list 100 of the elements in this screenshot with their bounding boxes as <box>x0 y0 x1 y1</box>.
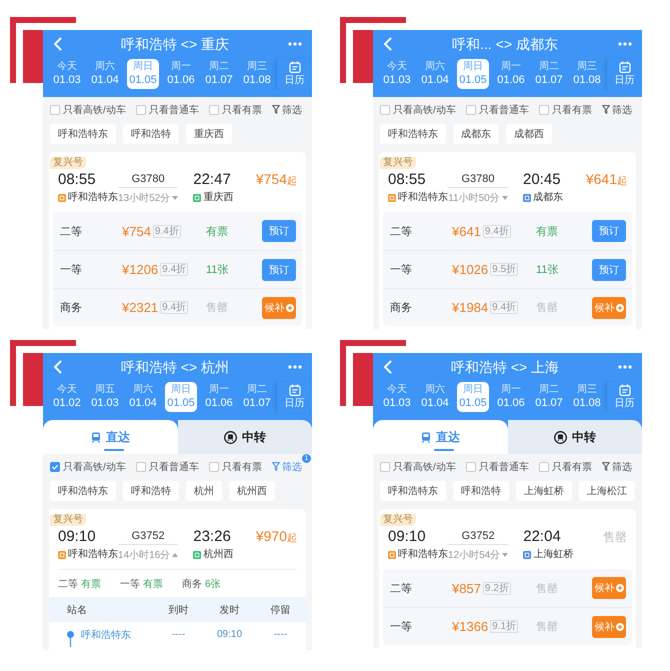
date-tab[interactable]: 今天 01.03 <box>381 382 413 412</box>
more-icon[interactable] <box>288 364 302 368</box>
station-chip[interactable]: 成都东 <box>453 124 499 144</box>
date-tab[interactable]: 周三 01.08 <box>571 59 603 89</box>
waitlist-button[interactable]: 候补 <box>262 296 296 318</box>
calendar-button[interactable]: 日历 <box>276 382 312 412</box>
filter-option[interactable]: 只看高铁/动车 <box>380 460 456 474</box>
more-icon[interactable] <box>618 364 632 368</box>
checkbox[interactable] <box>380 462 390 472</box>
station-chip[interactable]: 杭州 <box>186 481 222 501</box>
date-tab[interactable]: 周二 01.07 <box>533 59 565 89</box>
discount-tag: 9.1折 <box>490 620 518 633</box>
station-chip[interactable]: 呼和浩特东 <box>50 481 116 501</box>
waitlist-button[interactable]: 候补 <box>592 577 626 599</box>
route-tab[interactable]: 中转 <box>508 420 642 454</box>
date-tab[interactable]: 周一 01.06 <box>495 382 527 412</box>
checkbox[interactable] <box>538 104 549 114</box>
date-tab[interactable]: 周二 01.07 <box>241 382 273 412</box>
checkbox[interactable] <box>50 462 60 472</box>
page-title: 呼和浩特 <> 杭州 <box>120 358 230 376</box>
calendar-button[interactable]: 日历 <box>606 59 642 89</box>
checkbox[interactable] <box>208 462 219 472</box>
filter-option[interactable]: 只看普通车 <box>136 102 199 116</box>
station-chip[interactable]: 呼和浩特 <box>453 481 509 501</box>
route-tab[interactable]: 直达 <box>373 420 508 454</box>
station-chip[interactable]: 上海松江 <box>579 481 635 501</box>
filter-option[interactable]: 只看普通车 <box>136 460 199 474</box>
date-tab[interactable]: 今天 01.03 <box>381 59 413 89</box>
date-tab[interactable]: 周日 01.05 <box>127 59 159 89</box>
date-tab[interactable]: 周六 01.04 <box>127 382 159 412</box>
filter-option[interactable]: 只看高铁/动车 <box>380 102 456 116</box>
station-chip[interactable]: 上海虹桥 <box>516 481 572 501</box>
route-tab[interactable]: 中转 <box>178 420 312 454</box>
date-tab[interactable]: 周三 01.08 <box>571 382 603 412</box>
station-chip[interactable]: 成都西 <box>506 124 552 144</box>
date-tab[interactable]: 周六 01.04 <box>89 59 121 89</box>
filter-option[interactable]: 只看普通车 <box>466 460 529 474</box>
station-chip[interactable]: 重庆西 <box>186 124 232 144</box>
duration-toggle[interactable]: 11小时50分 <box>448 190 508 204</box>
date-tab[interactable]: 周一 01.06 <box>495 59 527 89</box>
calendar-button[interactable]: 日历 <box>276 59 312 89</box>
checkbox[interactable] <box>50 104 60 114</box>
book-button[interactable]: 预订 <box>592 220 626 242</box>
back-icon[interactable] <box>53 360 62 374</box>
filter-option[interactable]: 只看高铁/动车 <box>50 102 126 116</box>
filter-option[interactable]: 只看普通车 <box>466 102 529 116</box>
waitlist-button[interactable]: 候补 <box>592 616 626 638</box>
filter-button[interactable]: 筛选 <box>272 102 302 116</box>
filter-option[interactable]: 只看有票 <box>538 102 592 116</box>
departure-time: 08:55 <box>388 170 427 190</box>
back-icon[interactable] <box>383 360 392 374</box>
date-tab[interactable]: 周五 01.03 <box>89 382 121 412</box>
date-tab[interactable]: 周日 01.05 <box>457 59 489 89</box>
train-icon <box>90 432 101 442</box>
back-icon[interactable] <box>383 36 392 50</box>
more-icon[interactable] <box>288 42 302 46</box>
station-chip[interactable]: 呼和浩特东 <box>380 481 446 501</box>
duration-toggle[interactable]: 13小时52分 <box>118 190 178 204</box>
checkbox[interactable] <box>466 104 476 114</box>
date-tab[interactable]: 今天 01.03 <box>51 59 83 89</box>
date-tab[interactable]: 周日 01.05 <box>457 382 489 412</box>
checkbox[interactable] <box>538 462 549 472</box>
filter-button[interactable]: 筛选 <box>602 102 632 116</box>
filter-button[interactable]: 筛选 <box>272 460 302 474</box>
date-tab[interactable]: 周六 01.04 <box>419 59 451 89</box>
date-tab[interactable]: 周三 01.08 <box>241 59 273 89</box>
date-tab[interactable]: 周日 01.05 <box>165 382 197 412</box>
seat-price: ¥754 <box>122 224 151 238</box>
book-button[interactable]: 预订 <box>262 220 296 242</box>
date-tab[interactable]: 今天 01.02 <box>51 382 83 412</box>
filter-option[interactable]: 只看高铁/动车 <box>50 460 126 474</box>
route-tab[interactable]: 直达 <box>43 420 178 454</box>
station-chip[interactable]: 呼和浩特东 <box>380 124 446 144</box>
duration-toggle[interactable]: 12小时54分 <box>448 548 508 562</box>
duration-toggle[interactable]: 14小时16分 <box>118 548 178 562</box>
date-tab[interactable]: 周一 01.06 <box>203 382 235 412</box>
filter-option[interactable]: 只看有票 <box>208 460 262 474</box>
book-button[interactable]: 预订 <box>262 258 296 280</box>
back-icon[interactable] <box>53 36 62 50</box>
station-chip[interactable]: 杭州西 <box>229 481 275 501</box>
more-icon[interactable] <box>618 42 632 46</box>
date-tab[interactable]: 周二 01.07 <box>533 382 565 412</box>
date-tab[interactable]: 周一 01.06 <box>165 59 197 89</box>
checkbox[interactable] <box>208 104 219 114</box>
book-button[interactable]: 预订 <box>592 258 626 280</box>
train-type-tag: 复兴号 <box>380 514 416 526</box>
station-chip[interactable]: 呼和浩特 <box>123 481 179 501</box>
station-chip[interactable]: 呼和浩特东 <box>50 124 116 144</box>
calendar-button[interactable]: 日历 <box>606 382 642 412</box>
checkbox[interactable] <box>136 462 146 472</box>
checkbox[interactable] <box>380 104 390 114</box>
date-tab[interactable]: 周六 01.04 <box>419 382 451 412</box>
filter-option[interactable]: 只看有票 <box>538 460 592 474</box>
station-chip[interactable]: 呼和浩特 <box>123 124 179 144</box>
waitlist-button[interactable]: 候补 <box>592 296 626 318</box>
filter-button[interactable]: 筛选 <box>602 460 632 474</box>
checkbox[interactable] <box>466 462 476 472</box>
date-tab[interactable]: 周二 01.07 <box>203 59 235 89</box>
filter-option[interactable]: 只看有票 <box>208 102 262 116</box>
checkbox[interactable] <box>136 104 146 114</box>
